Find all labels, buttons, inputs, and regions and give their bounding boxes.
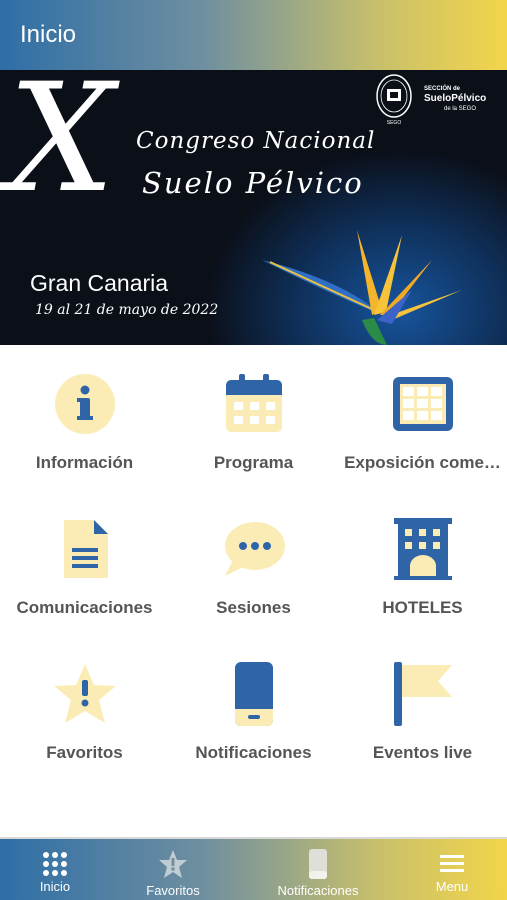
flag-icon xyxy=(393,662,452,726)
grid-item-programa[interactable]: Programa xyxy=(169,345,338,490)
banner-title-line1: Congreso Nacional xyxy=(136,128,376,154)
phone-icon xyxy=(234,662,273,726)
bottom-tab-bar: Inicio Favoritos Notificaciones Menu xyxy=(0,837,507,900)
page-title: Inicio xyxy=(20,21,77,48)
grid-item-exposicion-comercial[interactable]: Exposición come… xyxy=(338,345,507,490)
grid-item-notificaciones[interactable]: Notificaciones xyxy=(169,635,338,780)
grid-item-informacion[interactable]: Información xyxy=(0,345,169,490)
tab-label: Favoritos xyxy=(146,883,200,898)
menu-grid: Información Programa Exposición come… Co… xyxy=(0,345,507,835)
grid-item-sesiones[interactable]: Sesiones xyxy=(169,490,338,635)
hotel-icon xyxy=(393,518,452,580)
grid-item-label: HOTELES xyxy=(382,598,463,617)
tab-label: Notificaciones xyxy=(277,883,359,898)
grid-item-label: Exposición come… xyxy=(344,453,501,472)
calendar-icon xyxy=(225,374,282,432)
tab-label: Inicio xyxy=(39,879,71,894)
hamburger-icon xyxy=(440,855,464,872)
grid-item-label: Información xyxy=(35,453,134,472)
bird-of-paradise-flower xyxy=(262,230,462,345)
tab-label: Menu xyxy=(435,879,469,894)
tab-notificaciones[interactable]: Notificaciones xyxy=(263,839,373,900)
chat-bubble-icon xyxy=(224,522,285,576)
tab-inicio[interactable]: Inicio xyxy=(0,839,110,900)
grid-item-label: Programa xyxy=(213,453,294,472)
banner-numeral: X xyxy=(8,70,115,226)
congress-banner[interactable]: X Congreso Nacional Suelo Pélvico Gran C… xyxy=(0,70,507,345)
top-bar: Inicio xyxy=(0,0,507,70)
exhibition-icon xyxy=(392,377,453,431)
grid-item-label: Comunicaciones xyxy=(16,598,153,617)
section-label-small: SECCIÓN de xyxy=(424,86,461,92)
sego-seal-logo: SEGO xyxy=(376,74,412,126)
banner-dates: 19 al 21 de mayo de 2022 xyxy=(35,302,219,318)
grid-item-comunicaciones[interactable]: Comunicaciones xyxy=(0,490,169,635)
document-icon xyxy=(63,520,108,578)
star-icon xyxy=(159,850,187,878)
banner-title-line2: Suelo Pélvico xyxy=(142,166,364,200)
grid-item-label: Sesiones xyxy=(216,598,291,617)
grid-item-eventos-live[interactable]: Eventos live xyxy=(338,635,507,780)
grid-item-favoritos[interactable]: Favoritos xyxy=(0,635,169,780)
grid-item-hoteles[interactable]: HOTELES xyxy=(338,490,507,635)
grid-icon xyxy=(43,852,67,876)
grid-item-label: Eventos live xyxy=(372,743,473,762)
section-label-name: SueloPélvico xyxy=(424,93,487,104)
phone-icon xyxy=(309,849,327,879)
info-icon xyxy=(54,374,115,434)
banner-city: Gran Canaria xyxy=(30,270,169,296)
grid-item-label: Notificaciones xyxy=(195,743,312,762)
tab-favoritos[interactable]: Favoritos xyxy=(118,839,228,900)
svg-text:SEGO: SEGO xyxy=(387,120,402,126)
section-label-org: de la SEGO xyxy=(444,106,477,112)
tab-menu[interactable]: Menu xyxy=(397,839,507,900)
grid-item-label: Favoritos xyxy=(46,743,123,762)
star-icon xyxy=(53,664,116,723)
